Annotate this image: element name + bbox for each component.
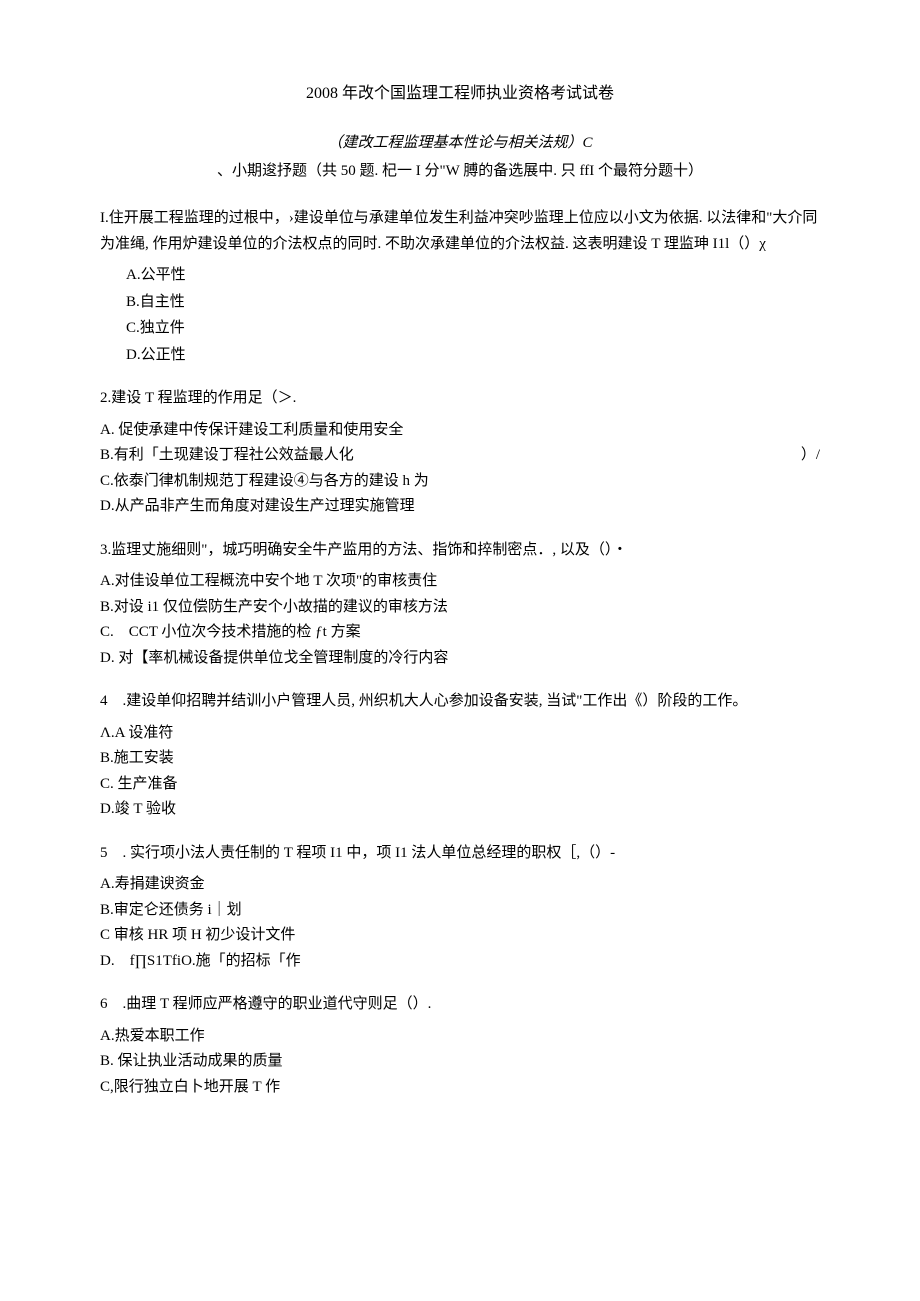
q2-option-d: D.从产品非产生而角度对建设生产过理实施管理 bbox=[100, 494, 820, 520]
q4-option-b: B.施工安装 bbox=[100, 746, 820, 772]
q6-option-c: C,限行独立白卜地开展 T 作 bbox=[100, 1075, 820, 1101]
q4-options: Λ.A 设准符 B.施工安装 C. 生产准备 D.竣 T 验收 bbox=[100, 721, 820, 823]
q4-option-d: D.竣 T 验收 bbox=[100, 797, 820, 823]
q5-option-a: A.寿捐建谀资金 bbox=[100, 872, 820, 898]
q1-option-b: B.自主性 bbox=[126, 290, 820, 316]
q3-option-a: A.对佳设单位工程概㳘中安个地 T 次项"的审核责住 bbox=[100, 569, 820, 595]
q2-option-b-right: ）/ bbox=[801, 443, 820, 469]
q2-option-a: A. 促使承建中传保讦建设工利质量和使用安全 bbox=[100, 418, 820, 444]
q2-stem: 2.建设 T 程监理的作用足（＞. bbox=[100, 386, 820, 412]
q1-option-d: D.公正性 bbox=[126, 343, 820, 369]
q1-options: A.公平性 B.自主性 C.独立件 D.公正性 bbox=[100, 263, 820, 368]
q2-option-c: C.依泰门律机制规范丁程建设④与各方的建设 h 为 bbox=[100, 469, 820, 495]
q1-option-c: C.独立件 bbox=[126, 316, 820, 342]
q5-option-b: B.审定仑还债务 i｜划 bbox=[100, 898, 820, 924]
q4-stem: 4 .建设单仰招聘并结训小户管理人员, 州织机大人心参加设备安装, 当试"工作出… bbox=[100, 689, 820, 715]
q3-option-b: B.对设 i1 仅位偿防生产安个小故描的建议的审核方法 bbox=[100, 595, 820, 621]
q4-option-a: Λ.A 设准符 bbox=[100, 721, 820, 747]
q3-option-d: D. 对【率机械设备提供单位戈全管理制度的冷行内容 bbox=[100, 646, 820, 672]
q1-option-a: A.公平性 bbox=[126, 263, 820, 289]
q4-option-c: C. 生产准备 bbox=[100, 772, 820, 798]
q2-option-b: B.有利「土现建设丁程社公效益最人化 bbox=[100, 443, 354, 469]
q5-option-d: D. f∏S1TfiO.施「的招标「作 bbox=[100, 949, 820, 975]
exam-title: 2008 年改个国监理工程师执业资格考试试卷 bbox=[100, 80, 820, 107]
q1-stem: I.住开展工程监理的过根中，›建设单位与承建单位发生利益冲突吵监理上位应以小文为… bbox=[100, 206, 820, 257]
exam-instruction: 、小期逡抒题（共 50 题. 杞一 I 分"W 膊的备选展中. 只 ffI 个最… bbox=[100, 159, 820, 185]
exam-subtitle: （建改工程监理基本性论与相关法规）C bbox=[100, 131, 820, 157]
q6-stem: 6 .曲理 T 程师应严格遵守的职业道代守则足（）. bbox=[100, 992, 820, 1018]
q6-option-a: A.热爱本职工作 bbox=[100, 1024, 820, 1050]
q3-option-c: C. CCT 小位次今技术措施的检 ƒt 方案 bbox=[100, 620, 820, 646]
q5-option-c: C 审核 HR 项 H 初少设计文件 bbox=[100, 923, 820, 949]
q6-option-b: B. 保让执业活动成果的质量 bbox=[100, 1049, 820, 1075]
subtitle-text: （建改工程监理基本性论与相关法规）C bbox=[327, 135, 592, 151]
q5-stem: 5 . 实行项小法人责任制的 T 程项 I1 中，项 I1 法人单位总经理的职权… bbox=[100, 841, 820, 867]
q2-option-b-row: B.有利「土现建设丁程社公效益最人化 ）/ bbox=[100, 443, 820, 469]
q3-stem: 3.监理丈施细则"，城巧明确安全牛产监用的方法、指饰和捽制密点．, 以及（）・ bbox=[100, 538, 820, 564]
